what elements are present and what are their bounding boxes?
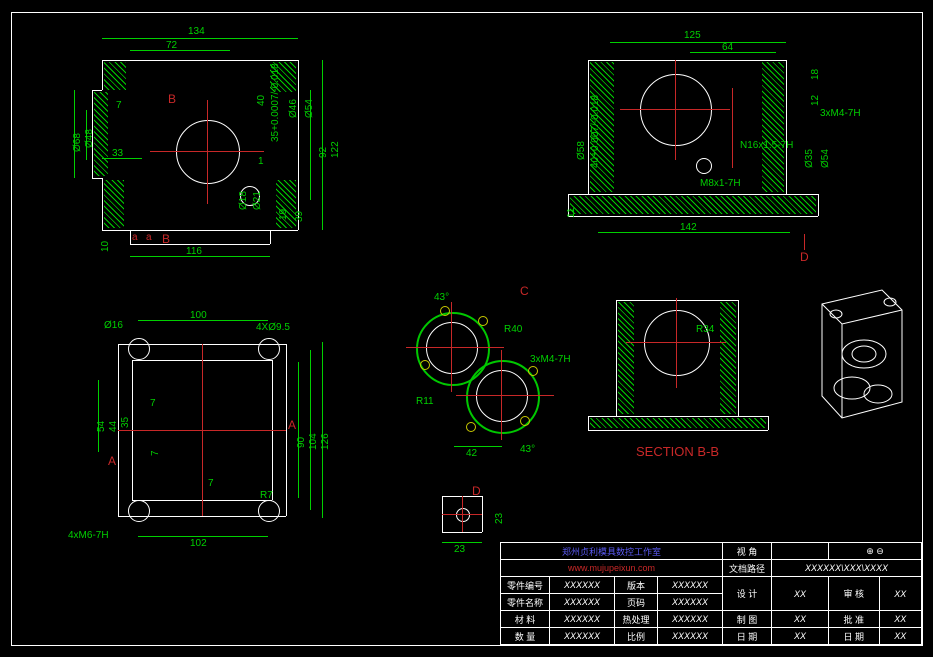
dim-1: 1 (258, 156, 264, 167)
dim-54: 54 (96, 421, 107, 432)
dim-72: 72 (166, 40, 177, 51)
dim-r11: R11 (416, 396, 434, 407)
dim-102: 102 (190, 538, 207, 549)
title-header: 郑州贞利模具数控工作室 (562, 547, 661, 557)
hdr-view: 视 角 (723, 543, 772, 560)
dim-phi48: Ø48 (84, 129, 95, 148)
dim-104: 104 (308, 433, 319, 450)
dim-134: 134 (188, 26, 205, 37)
dim-r34: R34 (696, 324, 714, 335)
label-C: C (520, 284, 529, 298)
dim-r40: R40 (504, 324, 522, 335)
dim-10: 10 (100, 241, 111, 252)
dim-35: 35 (120, 417, 131, 428)
path-label: 文档路径 (723, 560, 772, 577)
label-B: B (168, 92, 176, 106)
hdr-proj: ⊕ ⊖ (829, 543, 922, 560)
label-3m4-c: 3xM4-7H (530, 354, 571, 365)
dim-phi16: Ø16 (104, 320, 123, 331)
dim-92: 92 (318, 147, 329, 158)
dim-phi68: Ø68 (72, 133, 83, 152)
title-url: www.mujupeixun.com (568, 563, 655, 573)
dim-phi54-r: Ø54 (820, 149, 831, 168)
dim-phi35-r: Ø35 (804, 149, 815, 168)
label-A2: A (108, 454, 116, 468)
dim-23-d: 23 (494, 513, 505, 524)
dim-12: 12 (810, 95, 821, 106)
dim-7-t2: 7 (208, 478, 214, 489)
dim-42: 42 (466, 448, 477, 459)
dim-64: 64 (722, 42, 733, 53)
dim-43b: 43° (520, 444, 535, 455)
path-val: XXXXXX\XXX\XXXX (772, 560, 922, 577)
dim-100: 100 (190, 310, 207, 321)
title-block: 郑州贞利模具数控工作室 视 角 ⊕ ⊖ www.mujupeixun.com 文… (500, 542, 922, 645)
dim-44: 44 (108, 421, 119, 432)
dim-phi21: Ø21 (252, 191, 263, 210)
dim-r7: R7 (260, 490, 273, 501)
dim-7-t3: 7 (150, 450, 161, 456)
dim-40: 40 (256, 95, 267, 106)
dim-19: 19 (278, 209, 289, 220)
label-A: A (288, 418, 296, 432)
label-a1: a (132, 232, 138, 243)
dim-39: 39 (294, 211, 305, 222)
dim-122: 122 (330, 141, 341, 158)
dim-11: 11 (566, 208, 577, 218)
dim-23-d2: 23 (454, 544, 465, 555)
dim-tol40: 40+0.007/-0.018 (590, 95, 601, 168)
label-M8: M8x1-7H (700, 178, 741, 189)
label-4x95: 4XØ9.5 (256, 322, 290, 333)
label-section-bb: SECTION B-B (636, 444, 719, 459)
label-B2: B (162, 232, 170, 246)
dim-phi58: Ø58 (576, 141, 587, 160)
dim-phi46: Ø46 (288, 99, 299, 118)
dim-7-t1: 7 (150, 398, 156, 409)
dim-126: 126 (320, 433, 331, 450)
dim-125: 125 (684, 30, 701, 41)
label-D: D (800, 250, 809, 264)
dim-142: 142 (680, 222, 697, 233)
dim-tol35: 35+0.0007/-0.018 (270, 63, 281, 142)
label-N16: N16x1.5-7H (740, 140, 793, 151)
label-3xM4-right: 3xM4-7H (820, 108, 861, 119)
dim-phi18: Ø18 (238, 191, 249, 210)
label-4m6: 4xM6-7H (68, 530, 109, 541)
dim-90: 90 (296, 437, 307, 448)
label-a2: a (146, 232, 152, 243)
dim-7: 7 (116, 100, 122, 111)
dim-116: 116 (186, 246, 202, 257)
hdr-blank (772, 543, 829, 560)
dim-18: 18 (810, 69, 821, 80)
dim-43deg: 43° (434, 292, 449, 303)
dim-33: 33 (112, 148, 123, 159)
